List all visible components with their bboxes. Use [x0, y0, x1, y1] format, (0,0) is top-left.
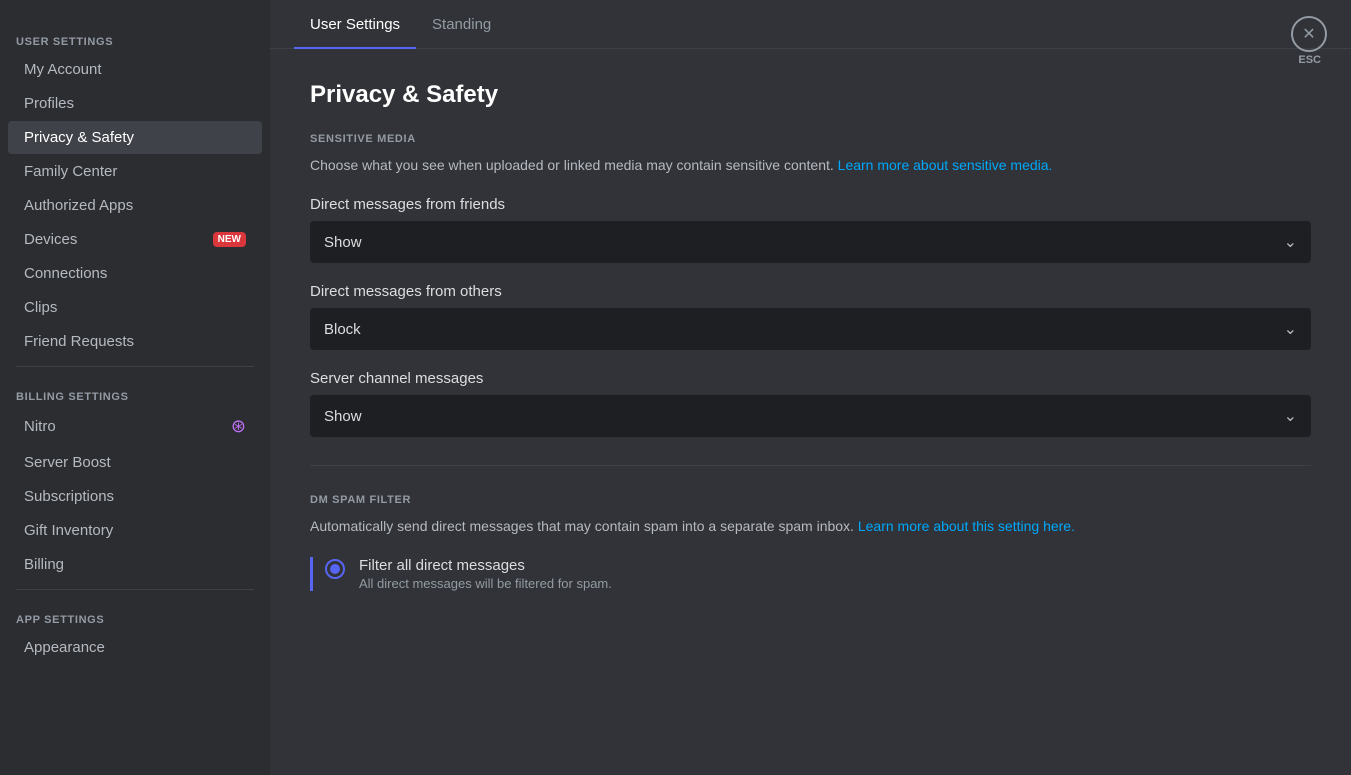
close-label: ESC [1298, 54, 1321, 66]
sidebar-item-my-account[interactable]: My Account [8, 53, 262, 86]
sidebar-item-label: Friend Requests [24, 333, 134, 350]
dm-spam-filter-section: DM Spam Filter Automatically send direct… [310, 494, 1311, 591]
billing-settings-section-label: Billing Settings [0, 375, 270, 407]
content-area: Privacy & Safety Sensitive Media Choose … [270, 49, 1351, 775]
sidebar-item-friend-requests[interactable]: Friend Requests [8, 325, 262, 358]
sidebar-item-authorized-apps[interactable]: Authorized Apps [8, 189, 262, 222]
sidebar-item-label: Gift Inventory [24, 522, 113, 539]
server-channel-dropdown-wrapper: Server channel messages Show Hide Block … [310, 370, 1311, 437]
radio-filter-all[interactable]: Filter all direct messages All direct me… [325, 557, 1311, 591]
dm-friends-dropdown-wrapper: Direct messages from friends Show Hide B… [310, 196, 1311, 263]
main-content: User Settings Standing ✕ ESC Privacy & S… [270, 0, 1351, 775]
sidebar-divider-2 [16, 589, 254, 590]
dm-spam-filter-description: Automatically send direct messages that … [310, 516, 1311, 537]
sidebar-item-label: Clips [24, 299, 57, 316]
sidebar: User Settings My Account Profiles Privac… [0, 0, 270, 775]
close-button[interactable]: ✕ [1291, 16, 1327, 52]
server-channel-select[interactable]: Show Hide Block [310, 395, 1311, 437]
sidebar-item-label: Devices [24, 231, 77, 248]
dm-others-label: Direct messages from others [310, 283, 1311, 300]
sidebar-item-nitro[interactable]: Nitro ⊛ [8, 408, 262, 445]
sidebar-item-label: Family Center [24, 163, 117, 180]
tab-standing[interactable]: Standing [416, 0, 507, 49]
sidebar-item-profiles[interactable]: Profiles [8, 87, 262, 120]
sidebar-item-label: Connections [24, 265, 107, 282]
sidebar-item-label: Appearance [24, 639, 105, 656]
sidebar-item-privacy-safety[interactable]: Privacy & Safety [8, 121, 262, 154]
page-title: Privacy & Safety [310, 81, 1311, 109]
dm-friends-dropdown-container: Show Hide Block ⌄ [310, 221, 1311, 263]
app-settings-section-label: App Settings [0, 598, 270, 630]
sidebar-item-server-boost[interactable]: Server Boost [8, 446, 262, 479]
sidebar-item-appearance[interactable]: Appearance [8, 631, 262, 664]
sidebar-item-label: Server Boost [24, 454, 111, 471]
sidebar-item-label: Privacy & Safety [24, 129, 134, 146]
sensitive-media-section-label: Sensitive Media [310, 133, 1311, 145]
sidebar-item-label: Authorized Apps [24, 197, 133, 214]
sensitive-media-description: Choose what you see when uploaded or lin… [310, 155, 1311, 176]
tabs-header: User Settings Standing [270, 0, 1351, 49]
sensitive-media-link[interactable]: Learn more about sensitive media. [838, 157, 1053, 173]
sidebar-item-billing[interactable]: Billing [8, 548, 262, 581]
dm-spam-filter-label: DM Spam Filter [310, 494, 1311, 506]
radio-option-desc: All direct messages will be filtered for… [359, 576, 612, 591]
dm-friends-select[interactable]: Show Hide Block [310, 221, 1311, 263]
server-channel-dropdown-container: Show Hide Block ⌄ [310, 395, 1311, 437]
nitro-icon: ⊛ [231, 416, 246, 437]
sidebar-item-label: Subscriptions [24, 488, 114, 505]
sidebar-item-devices[interactable]: Devices NEW [8, 223, 262, 256]
tab-user-settings[interactable]: User Settings [294, 0, 416, 49]
dm-friends-label: Direct messages from friends [310, 196, 1311, 213]
sidebar-divider-1 [16, 366, 254, 367]
dm-others-dropdown-container: Show Hide Block ⌄ [310, 308, 1311, 350]
sidebar-item-label: Nitro [24, 418, 56, 435]
radio-option-title: Filter all direct messages [359, 557, 612, 574]
new-badge: NEW [213, 232, 246, 247]
radio-button-filter-all[interactable] [325, 559, 345, 579]
server-channel-label: Server channel messages [310, 370, 1311, 387]
sidebar-item-label: Profiles [24, 95, 74, 112]
sidebar-item-connections[interactable]: Connections [8, 257, 262, 290]
sidebar-item-family-center[interactable]: Family Center [8, 155, 262, 188]
sidebar-item-label: My Account [24, 61, 102, 78]
section-divider [310, 465, 1311, 466]
radio-options-container: Filter all direct messages All direct me… [310, 557, 1311, 591]
sidebar-item-clips[interactable]: Clips [8, 291, 262, 324]
sidebar-item-gift-inventory[interactable]: Gift Inventory [8, 514, 262, 547]
dm-others-dropdown-wrapper: Direct messages from others Show Hide Bl… [310, 283, 1311, 350]
user-settings-section-label: User Settings [0, 20, 270, 52]
dm-spam-filter-link[interactable]: Learn more about this setting here. [858, 518, 1075, 534]
sidebar-item-label: Billing [24, 556, 64, 573]
sidebar-item-subscriptions[interactable]: Subscriptions [8, 480, 262, 513]
dm-others-select[interactable]: Show Hide Block [310, 308, 1311, 350]
